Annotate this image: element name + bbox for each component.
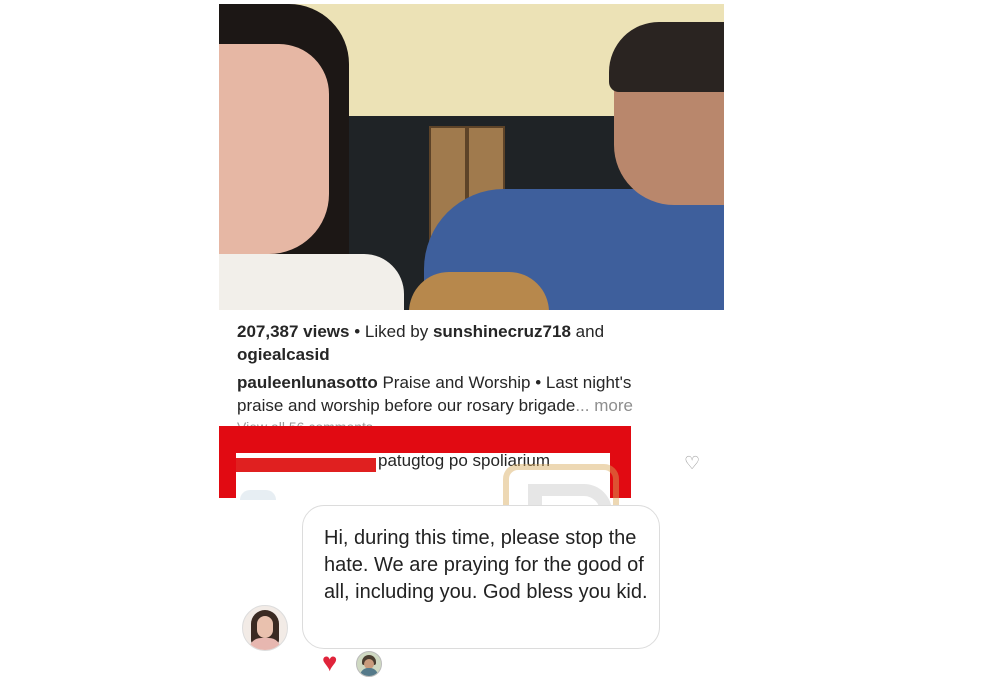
avatar-body <box>249 638 281 650</box>
liker-username[interactable]: ogiealcasid <box>237 345 330 364</box>
avatar-face <box>257 616 273 638</box>
post-stats: 207,387 views • Liked by sunshinecruz718… <box>219 310 724 366</box>
and-label: and <box>575 322 605 341</box>
views-count[interactable]: 207,387 views <box>237 322 349 341</box>
video-thumbnail[interactable] <box>219 4 724 310</box>
caption-text-line2: praise and worship before our rosary bri… <box>237 396 576 415</box>
post-caption: pauleenlunasotto Praise and Worship • La… <box>219 366 724 417</box>
caption-ellipsis: ... <box>575 396 590 415</box>
caption-author[interactable]: pauleenlunasotto <box>237 373 378 392</box>
commenter-avatar-partial <box>240 490 276 500</box>
video-guitar <box>409 272 549 310</box>
reply-text: Hi, during this time, please stop the ha… <box>324 527 648 603</box>
more-link[interactable]: more <box>594 396 633 415</box>
reactor-avatar[interactable] <box>356 651 382 677</box>
separator: • <box>354 322 361 341</box>
instagram-post: 207,387 views • Liked by sunshinecruz718… <box>219 4 724 429</box>
liker-username[interactable]: sunshinecruz718 <box>433 322 571 341</box>
caption-text-line1: Praise and Worship • Last night's <box>382 373 632 392</box>
avatar-body <box>360 668 378 676</box>
redacted-username <box>236 458 376 472</box>
heart-filled-icon[interactable]: ♥ <box>322 649 337 675</box>
video-woman-face <box>219 44 329 254</box>
heart-outline-icon[interactable]: ♡ <box>684 453 700 474</box>
reply-author-avatar[interactable] <box>242 605 288 651</box>
liked-by-label: Liked by <box>364 322 429 341</box>
video-woman-shirt <box>219 254 404 310</box>
video-man-hair <box>609 22 724 92</box>
